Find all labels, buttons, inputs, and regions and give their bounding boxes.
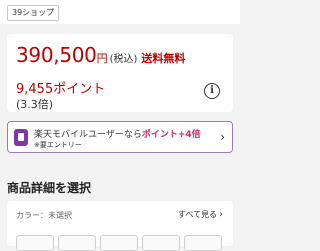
price-line: 390,500円 (税込) 送料無料 [16, 44, 185, 66]
color-swatch[interactable] [100, 235, 138, 251]
color-swatch[interactable] [16, 235, 54, 251]
promo-text-main: 楽天モバイルユーザーなら [34, 130, 142, 140]
price-unit: 円 [96, 52, 108, 65]
promo-text-accent: ポイント+4倍 [141, 130, 201, 140]
section-title: 商品詳細を選択 [7, 181, 92, 195]
color-swatch[interactable] [184, 235, 222, 251]
price-amount: 390,500 [16, 43, 97, 67]
color-swatch[interactable] [58, 235, 96, 251]
points-rate: (3.3倍) [16, 98, 54, 111]
shop-tag-row: 39ショップ [0, 0, 240, 24]
chevron-right-icon: › [219, 209, 223, 220]
info-icon[interactable]: i [204, 83, 220, 99]
shop-tag[interactable]: 39ショップ [7, 5, 60, 21]
color-label: カラー：未選択 [16, 211, 72, 220]
mobile-promo-banner[interactable]: 楽天モバイルユーザーならポイント+4倍 ※要エントリー › [7, 121, 233, 153]
promo-subtext: ※要エントリー [34, 141, 82, 149]
see-all-label: すべて見る [177, 210, 217, 219]
free-shipping-label: 送料無料 [141, 52, 186, 65]
see-all-link[interactable]: すべて見る › [178, 209, 223, 220]
promo-text: 楽天モバイルユーザーならポイント+4倍 [34, 127, 201, 140]
chevron-right-icon: › [220, 130, 225, 144]
tax-label: (税込) [109, 54, 138, 65]
price-card: 390,500円 (税込) 送料無料 9,455ポイント (3.3倍) i [7, 34, 233, 112]
points-amount: 9,455ポイント [16, 82, 106, 97]
phone-icon [14, 129, 28, 146]
color-swatch[interactable] [142, 235, 180, 251]
variant-selector-card[interactable]: カラー：未選択 すべて見る › [7, 201, 233, 251]
